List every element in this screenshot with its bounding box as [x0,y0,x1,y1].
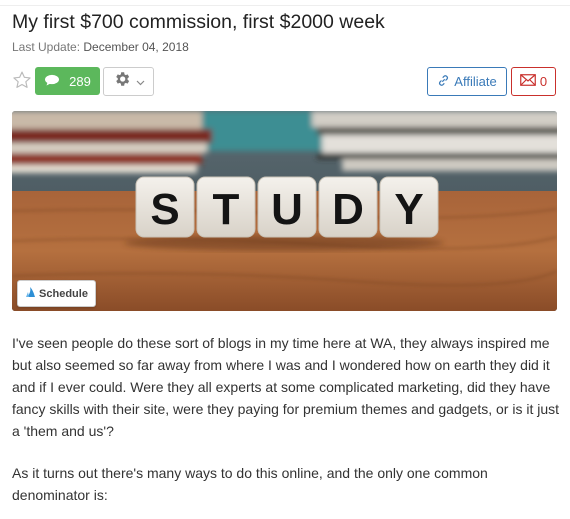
cube-letter-s: S [150,185,179,234]
affiliate-button[interactable]: Affiliate [427,67,507,96]
comment-bubble-icon [44,74,60,89]
cube-letter-t: T [213,185,240,234]
link-icon [437,74,450,90]
chevron-down-icon [136,73,145,91]
last-update-label: Last Update: [12,40,81,54]
settings-dropdown-button[interactable] [103,67,154,96]
private-message-button[interactable]: 0 [511,67,556,96]
top-divider [0,5,570,6]
schedule-button[interactable]: Schedule [17,280,96,307]
post-title: My first $700 commission, first $2000 we… [12,11,385,33]
comments-button[interactable]: 289 [35,67,100,95]
comment-count: 289 [69,73,91,89]
cube-letter-d: D [332,185,364,234]
last-update: Last Update: December 04, 2018 [12,40,189,54]
post-paragraph-1: I've seen people do these sort of blogs … [12,335,560,439]
blog-post-page: My first $700 commission, first $2000 we… [0,0,570,519]
envelope-icon [520,74,536,89]
last-update-date: December 04, 2018 [83,40,189,54]
message-count: 0 [539,74,548,89]
cube-letter-y: Y [394,185,423,234]
post-paragraph-2: As it turns out there's many ways to do … [12,465,488,503]
affiliate-label: Affiliate [454,74,497,89]
schedule-label: Schedule [39,287,88,300]
cube-letter-u: U [271,185,303,234]
star-icon[interactable] [12,70,32,90]
gear-icon [113,70,131,93]
schedule-logo-icon [25,286,36,301]
